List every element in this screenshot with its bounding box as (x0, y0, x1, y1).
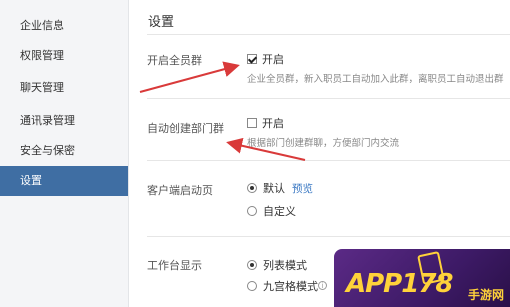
watermark-subtext: 手游网 (467, 288, 504, 302)
watermark-logo: APP178 手游网 (334, 249, 510, 307)
arrow-to-dept-group (226, 137, 306, 161)
watermark-text: APP178 (346, 269, 454, 299)
arrow-to-all-staff-checkbox (139, 61, 240, 93)
